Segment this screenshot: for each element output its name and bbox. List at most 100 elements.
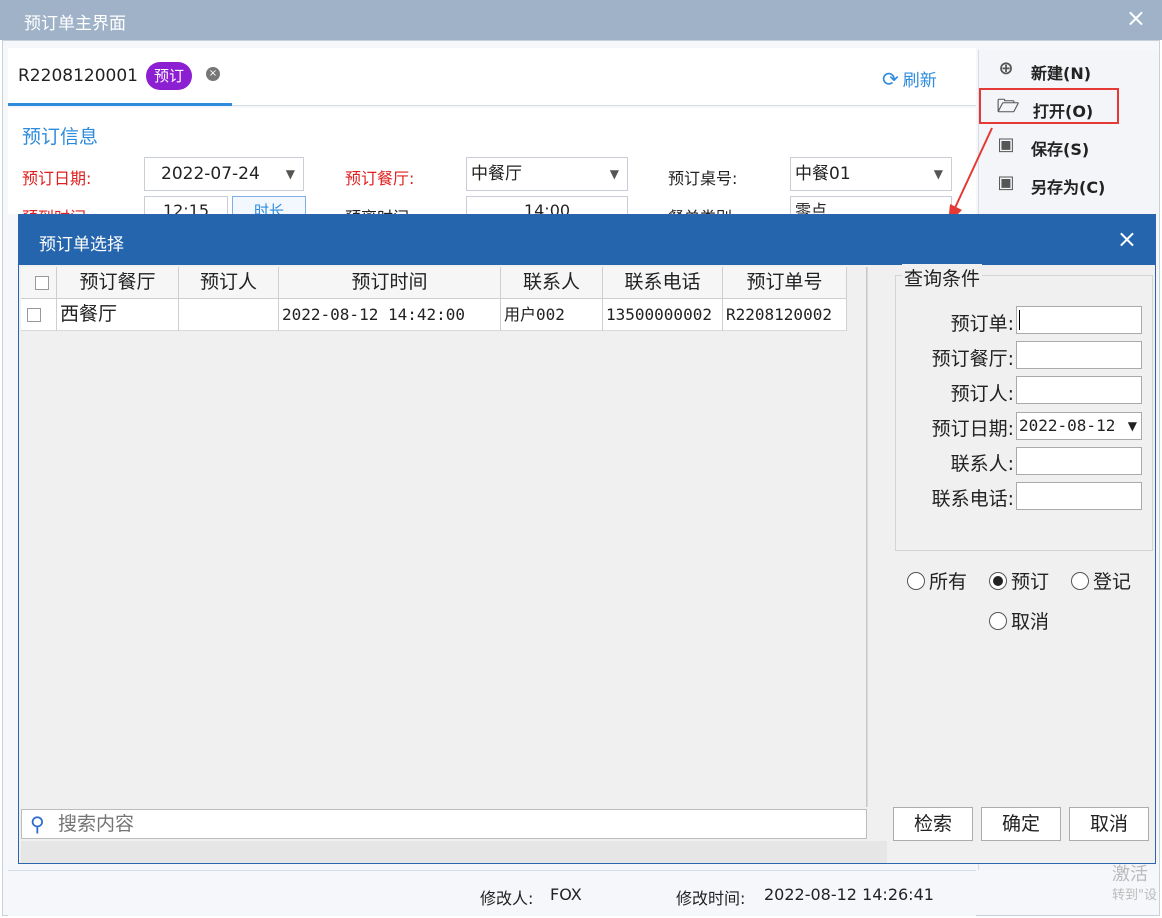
dialog-title: 预订单选择 — [39, 235, 124, 255]
query-order-input[interactable] — [1016, 306, 1142, 334]
filter-radio-all[interactable]: 所有 — [907, 567, 967, 594]
status-badge: 预订 — [146, 62, 193, 90]
table-row[interactable]: 西餐厅 2022-08-12 14:42:00 用户002 1350000000… — [21, 299, 847, 331]
modified-time-label: 修改时间: — [676, 889, 746, 908]
dialog-titlebar: 预订单选择 × — [19, 215, 1155, 265]
watermark-subtext: 转到"设 — [1112, 888, 1157, 903]
radio-icon — [1071, 572, 1089, 590]
query-order-label: 预订单: — [950, 313, 1014, 335]
filter-radio-registered[interactable]: 登记 — [1071, 567, 1131, 594]
row-select-cell[interactable] — [21, 299, 57, 331]
grid-header: 预订餐厅 预订人 预订时间 联系人 联系电话 预订单号 — [21, 267, 847, 299]
modified-time-value: 2022-08-12 14:26:41 — [764, 885, 934, 904]
section-title: 预订信息 — [22, 126, 99, 148]
duration-button[interactable]: 时长 — [232, 196, 306, 214]
table-no-value: 中餐01 — [795, 164, 851, 184]
column-header[interactable]: 预订餐厅 — [57, 267, 179, 299]
search-bar[interactable]: ⚲ — [21, 809, 867, 839]
query-group-title: 查询条件 — [902, 264, 983, 291]
leave-time-input[interactable]: 14:00 — [466, 196, 628, 214]
grid-footer — [21, 841, 887, 863]
chevron-down-icon: ▼ — [1127, 419, 1137, 433]
save-button-label: 保存(S) — [1031, 140, 1090, 159]
save-as-button-label: 另存为(C) — [1031, 178, 1106, 197]
leave-time-value: 14:00 — [523, 201, 571, 214]
grid-vertical-scrollbar[interactable] — [867, 267, 887, 807]
modifier-value: FOX — [550, 885, 582, 904]
select-all-checkbox[interactable] — [34, 276, 49, 290]
order-type-value: 零点 — [795, 201, 828, 214]
column-header[interactable]: 联系电话 — [603, 267, 723, 299]
query-panel: 查询条件 预订单: 预订餐厅: 预订人: 预订日期: 2022-08-12 ▼ … — [893, 264, 1155, 863]
table-no-select[interactable]: 中餐01 ▼ — [790, 157, 952, 191]
dialog-close-icon[interactable]: × — [1117, 225, 1137, 253]
arrival-time-label: 预到时间: — [22, 204, 91, 214]
query-date-picker[interactable]: 2022-08-12 ▼ — [1016, 412, 1142, 440]
table-cell: 2022-08-12 14:42:00 — [279, 299, 501, 331]
text-caret — [1019, 310, 1020, 330]
select-all-cell[interactable] — [21, 267, 57, 299]
filter-radio-reserved[interactable]: 预订 — [989, 567, 1049, 594]
restaurant-value: 中餐厅 — [471, 164, 522, 184]
tab-close-icon[interactable]: × — [206, 67, 220, 81]
table-cell: 用户002 — [501, 299, 603, 331]
search-button[interactable]: 检索 — [893, 807, 973, 841]
main-window-close-icon[interactable]: × — [1126, 4, 1146, 32]
new-button-label: 新建(N) — [1031, 64, 1092, 83]
filter-radio-label: 预订 — [1011, 571, 1050, 593]
save-as-button[interactable]: ▣ 另存为(C) — [979, 166, 1159, 202]
radio-selected-icon — [989, 572, 1007, 590]
query-restaurant-input[interactable] — [1016, 341, 1142, 369]
reservation-form: 预订信息 预订日期: 2022-07-24 ▼ 预订餐厅: 中餐厅 ▼ 预订桌号… — [8, 108, 976, 214]
query-person-input[interactable] — [1016, 376, 1142, 404]
status-bar: 修改人: FOX 修改时间: 2022-08-12 14:26:41 — [8, 870, 976, 916]
order-type-input[interactable]: 零点 — [790, 196, 952, 214]
refresh-icon: ⟳ — [882, 67, 899, 91]
table-cell: 13500000002 — [603, 299, 723, 331]
order-grid: 预订餐厅 预订人 预订时间 联系人 联系电话 预订单号 西餐厅 2022-08-… — [21, 267, 867, 807]
open-button[interactable]: 🗁 打开(O) — [979, 88, 1119, 124]
filter-radio-label: 所有 — [929, 571, 968, 593]
radio-icon — [989, 612, 1007, 630]
column-header[interactable]: 预订时间 — [279, 267, 501, 299]
chevron-down-icon: ▼ — [609, 167, 619, 181]
filter-radio-cancelled[interactable]: 取消 — [989, 607, 1049, 634]
search-icon: ⚲ — [30, 812, 45, 836]
reserve-date-value: 2022-07-24 — [161, 164, 260, 184]
column-header[interactable]: 预订人 — [179, 267, 279, 299]
query-group: 查询条件 预订单: 预订餐厅: 预订人: 预订日期: 2022-08-12 ▼ … — [895, 264, 1153, 551]
query-phone-label: 联系电话: — [931, 488, 1014, 510]
filter-radio-label: 登记 — [1093, 571, 1132, 593]
arrival-time-value: 12:15 — [162, 201, 210, 214]
filter-radio-label: 取消 — [1011, 611, 1050, 633]
chevron-down-icon: ▼ — [285, 167, 295, 181]
query-phone-input[interactable] — [1016, 482, 1142, 510]
leave-time-label: 预离时间: — [345, 204, 414, 214]
row-checkbox[interactable] — [27, 308, 41, 322]
modifier-label: 修改人: — [480, 889, 534, 908]
reserve-date-label: 预订日期: — [22, 169, 92, 188]
open-button-label: 打开(O) — [1033, 102, 1094, 121]
order-type-label: 餐单类别: — [668, 204, 737, 214]
new-button[interactable]: ⊕ 新建(N) — [979, 52, 1159, 88]
refresh-button[interactable]: ⟳ 刷新 — [882, 66, 937, 91]
tab-order-number: R2208120001 — [18, 66, 138, 86]
cancel-button[interactable]: 取消 — [1069, 807, 1149, 841]
search-input[interactable] — [58, 812, 858, 836]
order-select-dialog: 预订单选择 × 预订餐厅 预订人 预订时间 联系人 联系电话 预订单号 西餐厅 … — [18, 214, 1156, 864]
restaurant-label: 预订餐厅: — [345, 169, 415, 188]
query-contact-label: 联系人: — [950, 453, 1014, 475]
refresh-label: 刷新 — [902, 71, 937, 91]
column-header[interactable]: 联系人 — [501, 267, 603, 299]
column-header[interactable]: 预订单号 — [723, 267, 847, 299]
query-date-value: 2022-08-12 — [1019, 416, 1116, 435]
reserve-date-picker[interactable]: 2022-07-24 ▼ — [144, 157, 304, 191]
arrival-time-input[interactable]: 12:15 — [144, 196, 228, 214]
restaurant-select[interactable]: 中餐厅 ▼ — [466, 157, 628, 191]
tab-reservation[interactable]: R2208120001 预订 × — [8, 48, 232, 106]
main-window-title: 预订单主界面 — [24, 14, 126, 34]
save-button[interactable]: ▣ 保存(S) — [979, 128, 1159, 164]
ok-button[interactable]: 确定 — [981, 807, 1061, 841]
table-no-label: 预订桌号: — [668, 169, 738, 188]
query-contact-input[interactable] — [1016, 447, 1142, 475]
